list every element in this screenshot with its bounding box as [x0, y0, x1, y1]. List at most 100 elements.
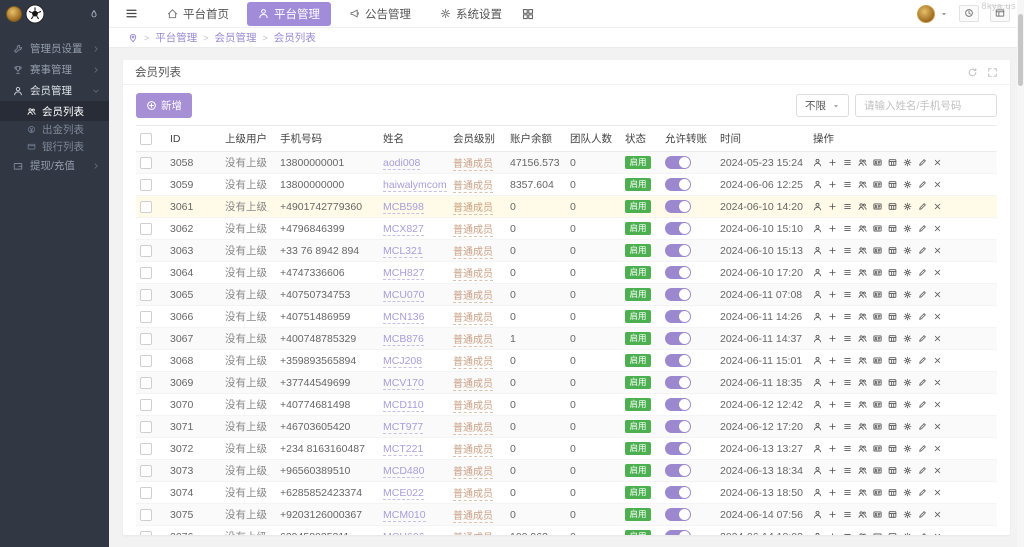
breadcrumb-link[interactable]: 会员列表 — [274, 30, 316, 45]
user-icon[interactable] — [813, 224, 822, 233]
row-checkbox[interactable] — [140, 531, 152, 535]
user-icon[interactable] — [813, 532, 822, 535]
table-icon[interactable] — [888, 400, 897, 409]
transfer-toggle[interactable] — [665, 442, 691, 455]
sidebar-item[interactable]: 提现/充值 — [0, 155, 109, 176]
edit-icon[interactable] — [918, 312, 927, 321]
plus-icon[interactable] — [828, 422, 837, 431]
search-input[interactable] — [855, 94, 997, 117]
breadcrumb-link[interactable]: 会员管理 — [215, 30, 257, 45]
list-icon[interactable] — [843, 488, 852, 497]
edit-icon[interactable] — [918, 268, 927, 277]
close-icon[interactable] — [933, 422, 942, 431]
close-icon[interactable] — [933, 466, 942, 475]
sidebar-subitem[interactable]: 会员列表 — [0, 101, 109, 121]
users-icon[interactable] — [858, 334, 867, 343]
plus-icon[interactable] — [828, 202, 837, 211]
idcard-icon[interactable] — [873, 422, 882, 431]
plus-icon[interactable] — [828, 158, 837, 167]
list-icon[interactable] — [843, 290, 852, 299]
users-icon[interactable] — [858, 180, 867, 189]
refresh-icon[interactable] — [967, 67, 978, 78]
transfer-toggle[interactable] — [665, 288, 691, 301]
idcard-icon[interactable] — [873, 532, 882, 535]
filter-select[interactable]: 不限 — [796, 94, 849, 117]
row-checkbox[interactable] — [140, 223, 152, 235]
gear-icon[interactable] — [903, 356, 912, 365]
transfer-toggle[interactable] — [665, 244, 691, 257]
row-checkbox[interactable] — [140, 377, 152, 389]
row-checkbox[interactable] — [140, 245, 152, 257]
close-icon[interactable] — [933, 510, 942, 519]
close-icon[interactable] — [933, 246, 942, 255]
member-level-link[interactable]: 普通成员 — [453, 511, 493, 523]
table-icon[interactable] — [888, 312, 897, 321]
close-icon[interactable] — [933, 224, 942, 233]
member-name-link[interactable]: MCD480 — [383, 465, 424, 478]
close-icon[interactable] — [933, 444, 942, 453]
transfer-toggle[interactable] — [665, 398, 691, 411]
close-icon[interactable] — [933, 268, 942, 277]
plus-icon[interactable] — [828, 532, 837, 535]
users-icon[interactable] — [858, 422, 867, 431]
table-icon[interactable] — [888, 246, 897, 255]
member-name-link[interactable]: MCU606 — [383, 531, 424, 536]
transfer-toggle[interactable] — [665, 178, 691, 191]
table-icon[interactable] — [888, 290, 897, 299]
member-name-link[interactable]: MCB598 — [383, 201, 424, 214]
user-icon[interactable] — [813, 290, 822, 299]
idcard-icon[interactable] — [873, 158, 882, 167]
users-icon[interactable] — [858, 510, 867, 519]
clock-button[interactable] — [959, 5, 979, 22]
idcard-icon[interactable] — [873, 488, 882, 497]
caret-down-icon[interactable] — [940, 10, 948, 18]
sidebar-subitem[interactable]: 出金列表 — [0, 121, 109, 138]
transfer-toggle[interactable] — [665, 354, 691, 367]
user-icon[interactable] — [813, 444, 822, 453]
transfer-toggle[interactable] — [665, 266, 691, 279]
member-name-link[interactable]: MCX827 — [383, 223, 424, 236]
close-icon[interactable] — [933, 488, 942, 497]
plus-icon[interactable] — [828, 378, 837, 387]
gear-icon[interactable] — [903, 400, 912, 409]
sidebar-item[interactable]: 管理员设置 — [0, 38, 109, 59]
row-checkbox[interactable] — [140, 289, 152, 301]
topnav-item[interactable]: 平台管理 — [247, 2, 331, 26]
gear-icon[interactable] — [903, 422, 912, 431]
user-icon[interactable] — [813, 312, 822, 321]
table-icon[interactable] — [888, 444, 897, 453]
edit-icon[interactable] — [918, 488, 927, 497]
member-level-link[interactable]: 普通成员 — [453, 269, 493, 281]
transfer-toggle[interactable] — [665, 310, 691, 323]
list-icon[interactable] — [843, 312, 852, 321]
member-name-link[interactable]: MCJ208 — [383, 355, 422, 368]
select-all-checkbox[interactable] — [140, 133, 152, 145]
edit-icon[interactable] — [918, 466, 927, 475]
plus-icon[interactable] — [828, 246, 837, 255]
gear-icon[interactable] — [903, 510, 912, 519]
member-level-link[interactable]: 普通成员 — [453, 423, 493, 435]
row-checkbox[interactable] — [140, 509, 152, 521]
member-name-link[interactable]: MCT221 — [383, 443, 423, 456]
edit-icon[interactable] — [918, 422, 927, 431]
edit-icon[interactable] — [918, 246, 927, 255]
edit-icon[interactable] — [918, 378, 927, 387]
breadcrumb-link[interactable]: 平台管理 — [155, 30, 197, 45]
row-checkbox[interactable] — [140, 201, 152, 213]
topnav-item[interactable]: 平台首页 — [156, 2, 240, 26]
table-icon[interactable] — [888, 268, 897, 277]
gear-icon[interactable] — [903, 312, 912, 321]
gear-icon[interactable] — [903, 532, 912, 535]
idcard-icon[interactable] — [873, 202, 882, 211]
member-level-link[interactable]: 普通成员 — [453, 401, 493, 413]
row-checkbox[interactable] — [140, 399, 152, 411]
gear-icon[interactable] — [903, 444, 912, 453]
table-icon[interactable] — [888, 224, 897, 233]
edit-icon[interactable] — [918, 180, 927, 189]
menu-icon[interactable] — [125, 7, 138, 20]
close-icon[interactable] — [933, 400, 942, 409]
user-icon[interactable] — [813, 246, 822, 255]
member-level-link[interactable]: 普通成员 — [453, 467, 493, 479]
topnav-item[interactable]: 系统设置 — [429, 2, 513, 26]
edit-icon[interactable] — [918, 202, 927, 211]
